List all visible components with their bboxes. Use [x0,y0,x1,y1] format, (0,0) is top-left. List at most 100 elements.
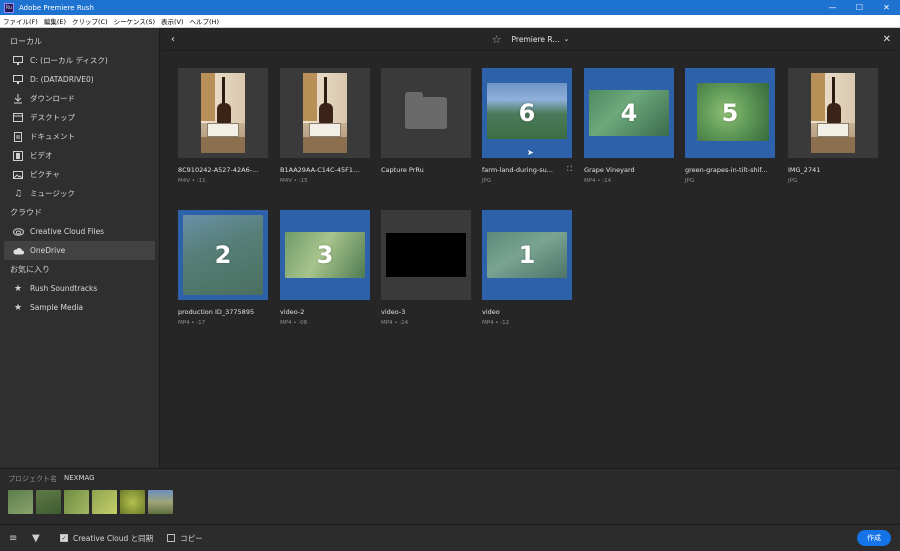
minimize-button[interactable]: — [819,0,846,15]
strip-thumb-field[interactable] [36,490,61,514]
location-dropdown[interactable]: Premiere R... [512,35,560,44]
sidebar-item-documents[interactable]: ドキュメント [0,127,159,146]
close-icon[interactable]: ✕ [883,34,891,45]
menu-file[interactable]: ファイル(F) [0,16,41,26]
create-button[interactable]: 作成 [857,530,891,546]
media-thumbnail-selected[interactable]: 6 ➤ [482,68,572,158]
footer-bar: ≡ ▼ ✓ Creative Cloud と同期 コピー 作成 [0,524,900,551]
media-name: production ID_3775895 [178,308,255,316]
folder-icon [405,92,447,129]
maximize-button[interactable]: ☐ [846,0,873,15]
menu-edit[interactable]: 編集(E) [41,16,69,26]
media-thumbnail[interactable] [788,68,878,158]
copy-label: コピー [180,533,203,543]
media-thumbnail-selected[interactable]: 5 [685,68,775,158]
chevron-down-icon[interactable]: ⌄ [563,35,569,43]
sidebar-item-label: C: (ローカル ディスク) [30,56,108,65]
sidebar-item-label: ドキュメント [30,132,75,141]
media-meta: JPG [788,178,798,184]
sidebar: ローカル C: (ローカル ディスク) D: (DATADRIVE0) ダウンロ… [0,28,160,468]
back-icon[interactable]: ‹ [171,34,175,45]
media-meta: M4V • :15 [280,178,308,184]
copy-checkbox[interactable]: コピー [167,533,203,544]
media-tile[interactable]: 6 ➤ ⛶ farm-land-during-su... JPG [482,68,572,184]
media-tile[interactable]: 3 video-2 MP4 • :08 [280,210,370,326]
media-thumbnail-selected[interactable]: 2 [178,210,268,300]
creative-cloud-icon [12,227,24,237]
desktop-icon [12,113,24,123]
window-titlebar: Ru Adobe Premiere Rush — ☐ ✕ [0,0,900,15]
strip-thumb-farm[interactable] [148,490,173,514]
media-thumbnail-selected[interactable]: 4 [584,68,674,158]
sync-creative-cloud-checkbox[interactable]: ✓ Creative Cloud と同期 [60,533,153,544]
sidebar-item-label: ダウンロード [30,94,75,103]
project-panel: プロジェクト名 NEXMAG [0,468,900,524]
media-tile[interactable]: 1 video MP4 • :12 [482,210,572,326]
strip-thumb-grapes-2[interactable] [120,490,145,514]
expand-icon[interactable]: ⛶ [567,165,572,174]
sidebar-item-label: Sample Media [30,303,84,312]
media-tile[interactable]: 8C910242-A527-42A6-... M4V • :11 [178,68,268,184]
sync-label: Creative Cloud と同期 [73,533,154,543]
sidebar-item-label: デスクトップ [30,113,75,122]
star-icon: ★ [13,283,23,294]
media-tile[interactable]: video-3 MP4 • :24 [381,210,471,326]
media-meta: MP4 • :14 [584,178,612,184]
menu-help[interactable]: ヘルプ(H) [187,16,222,26]
media-thumbnail[interactable] [178,68,268,158]
folder-thumbnail[interactable] [381,68,471,158]
media-tile[interactable]: IMG_2741 JPG [788,68,878,184]
sidebar-item-label: D: (DATADRIVE0) [30,75,94,84]
sidebar-item-sample-media[interactable]: ★ Sample Media [0,298,159,317]
selection-order-badge: 2 [214,241,232,269]
section-cloud-heading: クラウド [10,208,42,217]
strip-thumb-grapes[interactable] [64,490,89,514]
media-name: IMG_2741 [788,166,821,174]
list-view-icon[interactable]: ≡ [9,533,23,544]
sidebar-item-rush-soundtracks[interactable]: ★ Rush Soundtracks [0,279,159,298]
strip-thumb-road[interactable] [8,490,33,514]
sidebar-item-drive-c[interactable]: C: (ローカル ディスク) [0,51,159,70]
sidebar-item-pictures[interactable]: ピクチャ [0,165,159,184]
close-window-button[interactable]: ✕ [873,0,900,15]
media-tile[interactable]: 4 Grape Vineyard MP4 • :14 [584,68,674,184]
media-meta: JPG [685,178,695,184]
media-tile[interactable]: 5 green-grapes-in-tilt-shif... JPG [685,68,775,184]
checkbox-empty-icon [167,534,176,542]
selection-order-badge: 5 [721,99,739,127]
guitar-photo [303,73,347,153]
sidebar-item-creative-cloud-files[interactable]: Creative Cloud Files [0,222,159,241]
media-thumbnail[interactable] [381,210,471,300]
image-icon [12,170,24,180]
media-tile[interactable]: 2 production ID_3775895 MP4 • :17 [178,210,268,326]
music-icon: ♫ [13,188,23,199]
sidebar-item-label: Creative Cloud Files [30,227,105,236]
sidebar-item-drive-d[interactable]: D: (DATADRIVE0) [0,70,159,89]
media-name: green-grapes-in-tilt-shif... [685,166,768,174]
sidebar-item-downloads[interactable]: ダウンロード [0,89,159,108]
folder-tile[interactable]: Capture PrRu [381,68,471,178]
window-controls: — ☐ ✕ [819,0,900,15]
media-tile[interactable]: B1AA29AA-C14C-45F1... M4V • :15 [280,68,370,184]
menu-clip[interactable]: クリップ(C) [69,16,111,26]
sidebar-item-music[interactable]: ♫ ミュージック [0,184,159,203]
media-browser: ‹ ☆ Premiere R... ⌄ ✕ 8C910242-A527-42A6… [161,28,900,468]
sidebar-item-onedrive[interactable]: OneDrive [4,241,155,260]
media-thumbnail-selected[interactable]: 3 [280,210,370,300]
project-name-field[interactable]: NEXMAG [64,474,95,482]
media-meta: JPG [482,178,492,184]
strip-thumb-vineyard[interactable] [92,490,117,514]
star-icon: ★ [13,302,23,313]
favorite-star-icon[interactable]: ☆ [492,33,502,46]
premiere-rush-app-icon: Ru [4,2,14,13]
filter-icon[interactable]: ▼ [32,533,46,544]
media-thumbnail[interactable] [280,68,370,158]
menu-sequence[interactable]: シーケンス(S) [111,16,158,26]
selection-order-badge: 3 [316,241,334,269]
film-icon [12,150,24,161]
sidebar-item-videos[interactable]: ビデオ [0,146,159,165]
monitor-icon [12,75,24,85]
media-thumbnail-selected[interactable]: 1 [482,210,572,300]
sidebar-item-desktop[interactable]: デスクトップ [0,108,159,127]
menu-view[interactable]: 表示(V) [158,16,187,26]
